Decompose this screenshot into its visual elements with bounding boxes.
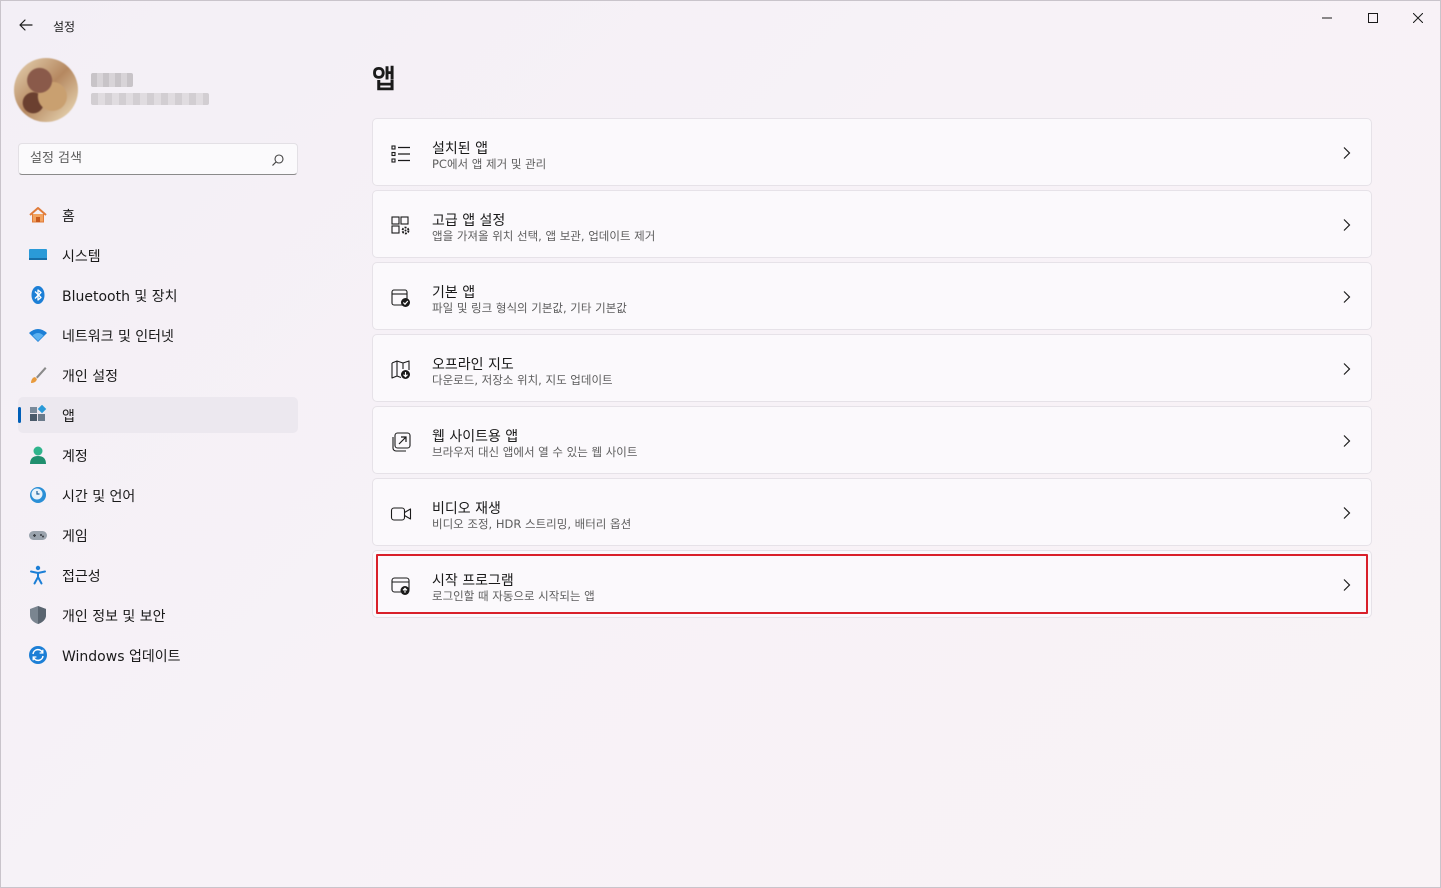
profile-email-redacted xyxy=(91,93,209,105)
card-title: 고급 앱 설정 xyxy=(432,213,506,229)
card-title: 설치된 앱 xyxy=(432,141,488,157)
sidebar-item-label: 개인 설정 xyxy=(62,369,118,385)
update-icon xyxy=(29,646,47,664)
back-arrow-icon xyxy=(19,19,33,31)
sidebar-item-label: 앱 xyxy=(62,409,75,425)
search-box[interactable] xyxy=(18,143,298,175)
app-title: 설정 xyxy=(53,20,76,34)
card-advanced-app-settings[interactable]: 고급 앱 설정 앱을 가져올 위치 선택, 앱 보관, 업데이트 제거 xyxy=(372,190,1372,258)
card-description: 로그인할 때 자동으로 시작되는 앱 xyxy=(432,589,595,603)
sidebar-item-label: 네트워크 및 인터넷 xyxy=(62,329,174,345)
card-description: 브라우저 대신 앱에서 열 수 있는 웹 사이트 xyxy=(432,445,638,459)
profile-name-redacted xyxy=(91,73,133,87)
card-description: 앱을 가져올 위치 선택, 앱 보관, 업데이트 제거 xyxy=(432,229,656,243)
card-video-playback[interactable]: 비디오 재생 비디오 조정, HDR 스트리밍, 배터리 옵션 xyxy=(372,478,1372,546)
minimize-icon xyxy=(1322,17,1332,19)
chevron-right-icon xyxy=(1343,579,1351,591)
bluetooth-icon xyxy=(31,286,45,304)
card-title: 오프라인 지도 xyxy=(432,357,514,373)
sidebar-item-system[interactable]: 시스템 xyxy=(18,237,298,273)
sidebar-item-label: 접근성 xyxy=(62,569,101,585)
maximize-icon xyxy=(1368,13,1378,23)
sidebar-item-label: 홈 xyxy=(62,209,75,225)
time-language-icon xyxy=(30,487,46,503)
maximize-button[interactable] xyxy=(1350,1,1396,35)
minimize-button[interactable] xyxy=(1304,1,1350,35)
brush-icon xyxy=(31,367,47,383)
chevron-right-icon xyxy=(1343,507,1351,519)
open-external-icon xyxy=(392,432,411,452)
card-installed-apps[interactable]: 설치된 앱 PC에서 앱 제거 및 관리 xyxy=(372,118,1372,186)
sidebar-item-apps[interactable]: 앱 xyxy=(18,397,298,433)
chevron-right-icon xyxy=(1343,435,1351,447)
video-icon xyxy=(390,507,412,521)
default-apps-icon xyxy=(391,289,410,307)
sidebar-nav: 홈 시스템 Bluetooth 및 장치 네트워크 및 인터넷 개인 설정 앱 … xyxy=(18,197,298,677)
search-icon[interactable] xyxy=(271,153,285,167)
sidebar-item-accounts[interactable]: 계정 xyxy=(18,437,298,473)
apps-icon xyxy=(30,405,47,421)
sidebar-item-network[interactable]: 네트워크 및 인터넷 xyxy=(18,317,298,353)
system-icon xyxy=(29,249,47,260)
sidebar-item-bluetooth[interactable]: Bluetooth 및 장치 xyxy=(18,277,298,313)
sidebar-item-home[interactable]: 홈 xyxy=(18,197,298,233)
card-title: 기본 앱 xyxy=(432,285,476,301)
selected-indicator xyxy=(18,407,21,423)
card-description: 비디오 조정, HDR 스트리밍, 배터리 옵션 xyxy=(432,517,632,531)
home-icon xyxy=(29,207,47,223)
sidebar-item-label: 시스템 xyxy=(62,249,101,265)
map-icon xyxy=(391,360,410,379)
shield-icon xyxy=(30,606,46,624)
card-title: 웹 사이트용 앱 xyxy=(432,429,519,445)
close-button[interactable] xyxy=(1395,1,1441,35)
chevron-right-icon xyxy=(1343,147,1351,159)
card-apps-for-websites[interactable]: 웹 사이트용 앱 브라우저 대신 앱에서 열 수 있는 웹 사이트 xyxy=(372,406,1372,474)
chevron-right-icon xyxy=(1343,363,1351,375)
accessibility-icon xyxy=(30,565,46,585)
chevron-right-icon xyxy=(1343,291,1351,303)
title-bar: 설정 xyxy=(1,1,1440,49)
advanced-apps-icon xyxy=(391,216,410,235)
account-icon xyxy=(30,446,46,464)
startup-icon xyxy=(391,577,410,595)
search-input[interactable] xyxy=(30,151,260,166)
card-description: 다운로드, 저장소 위치, 지도 업데이트 xyxy=(432,373,613,387)
card-default-apps[interactable]: 기본 앱 파일 및 링크 형식의 기본값, 기타 기본값 xyxy=(372,262,1372,330)
sidebar-item-privacy[interactable]: 개인 정보 및 보안 xyxy=(18,597,298,633)
sidebar-item-accessibility[interactable]: 접근성 xyxy=(18,557,298,593)
avatar[interactable] xyxy=(14,58,78,122)
card-offline-maps[interactable]: 오프라인 지도 다운로드, 저장소 위치, 지도 업데이트 xyxy=(372,334,1372,402)
card-description: PC에서 앱 제거 및 관리 xyxy=(432,157,547,171)
sidebar-item-label: 계정 xyxy=(62,449,88,465)
close-icon xyxy=(1413,13,1423,23)
wifi-icon xyxy=(29,329,47,342)
sidebar-item-windows-update[interactable]: Windows 업데이트 xyxy=(18,637,298,673)
settings-cards: 설치된 앱 PC에서 앱 제거 및 관리 고급 앱 설정 앱을 가져올 위치 선… xyxy=(372,118,1372,622)
sidebar-item-label: 게임 xyxy=(62,529,88,545)
sidebar-item-label: Windows 업데이트 xyxy=(62,649,181,665)
gamepad-icon xyxy=(29,531,47,540)
card-description: 파일 및 링크 형식의 기본값, 기타 기본값 xyxy=(432,301,627,315)
page-title: 앱 xyxy=(372,65,396,95)
sidebar-item-gaming[interactable]: 게임 xyxy=(18,517,298,553)
chevron-right-icon xyxy=(1343,219,1351,231)
card-title: 시작 프로그램 xyxy=(432,573,514,589)
list-icon xyxy=(391,145,410,163)
card-startup-apps[interactable]: 시작 프로그램 로그인할 때 자동으로 시작되는 앱 xyxy=(372,550,1372,618)
sidebar-item-label: 개인 정보 및 보안 xyxy=(62,609,166,625)
sidebar-item-personalization[interactable]: 개인 설정 xyxy=(18,357,298,393)
sidebar-item-label: 시간 및 언어 xyxy=(62,489,136,505)
sidebar-item-time-language[interactable]: 시간 및 언어 xyxy=(18,477,298,513)
card-title: 비디오 재생 xyxy=(432,501,501,517)
back-button[interactable] xyxy=(11,11,41,39)
sidebar-item-label: Bluetooth 및 장치 xyxy=(62,289,178,305)
